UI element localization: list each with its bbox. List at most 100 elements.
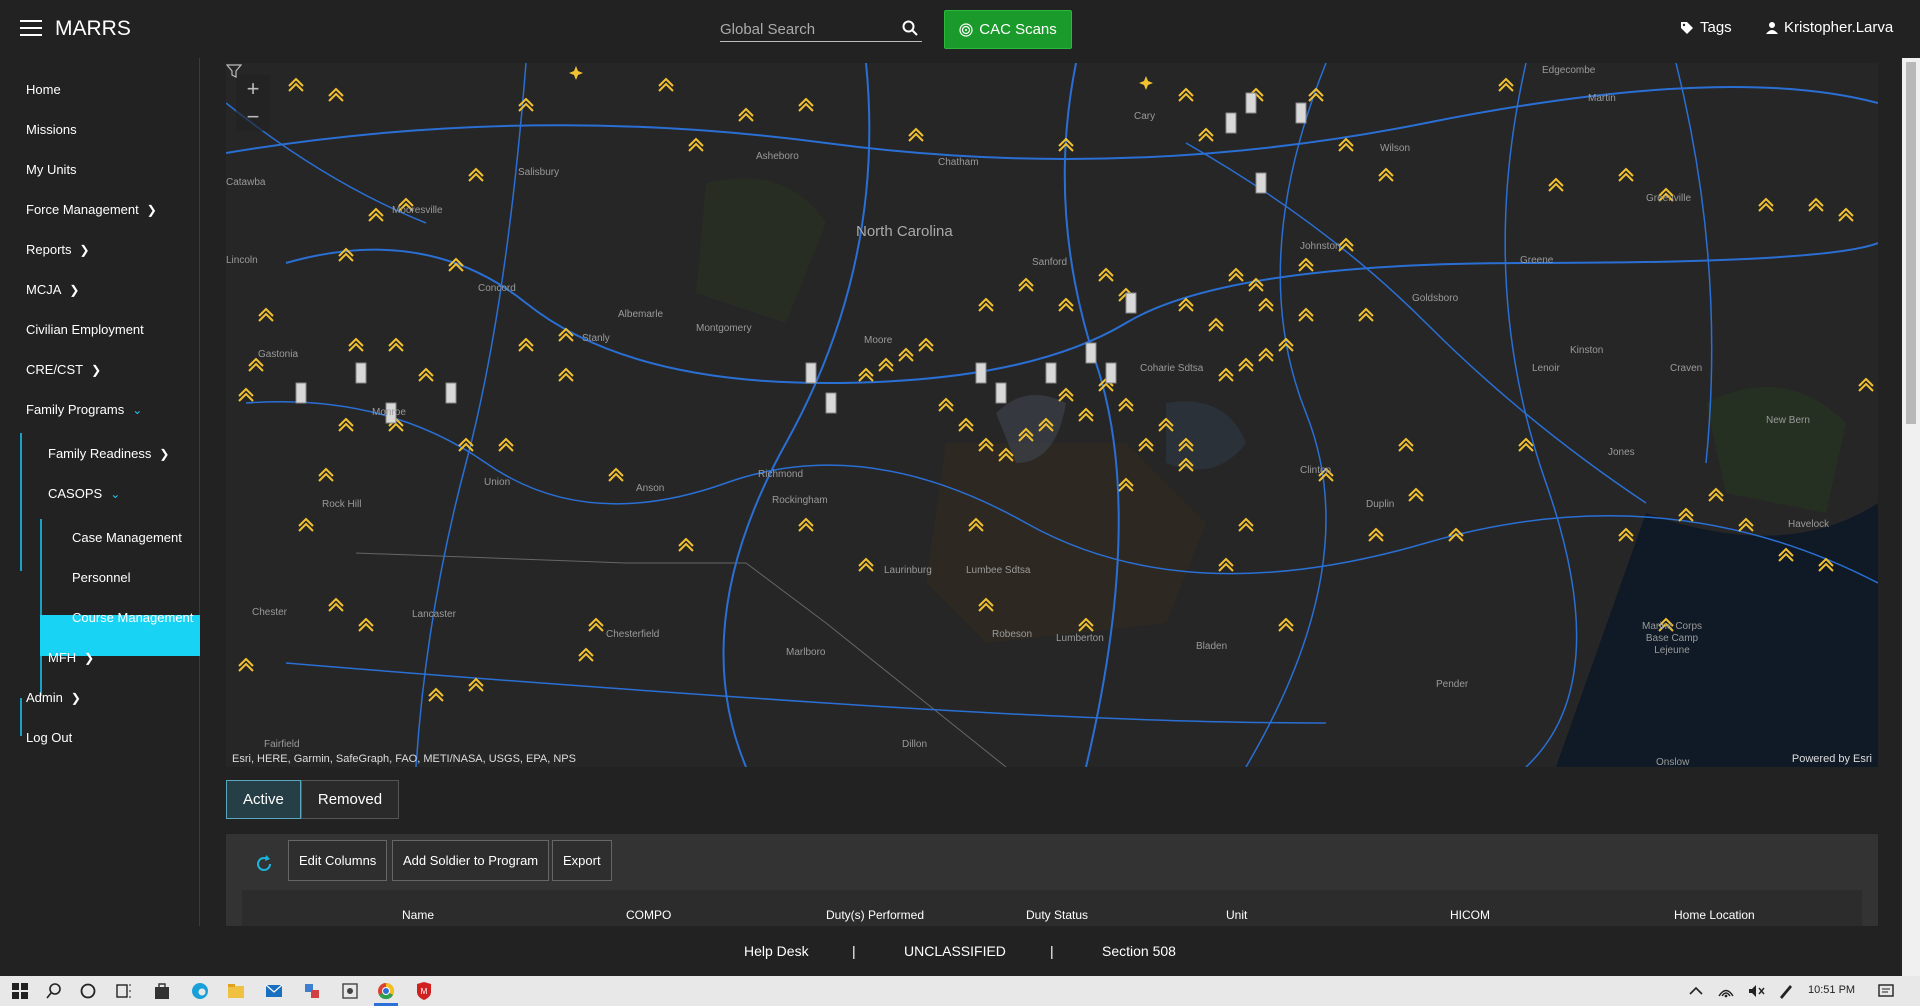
column-header[interactable]: Duty(s) Performed [826, 908, 924, 922]
map-label: Greene [1520, 255, 1554, 266]
file-explorer-icon[interactable] [226, 981, 246, 1001]
map-label: Kinston [1570, 345, 1604, 356]
rank-bar-icon[interactable] [1125, 292, 1137, 314]
sidebar-item-case-management[interactable]: Case Management [72, 530, 182, 545]
search-icon[interactable] [44, 981, 64, 1001]
sidebar-item-reports[interactable]: Reports ❯ [26, 242, 90, 257]
global-search [720, 18, 922, 42]
filter-icon[interactable] [226, 63, 242, 79]
sidebar-item-log-out[interactable]: Log Out [26, 730, 72, 745]
column-header[interactable]: Unit [1226, 908, 1247, 922]
task-view-icon[interactable] [114, 981, 134, 1001]
column-header[interactable]: HICOM [1450, 908, 1490, 922]
sidebar-item-cre-cst[interactable]: CRE/CST ❯ [26, 362, 101, 377]
notifications-icon[interactable] [1876, 981, 1896, 1001]
wifi-icon[interactable] [1716, 981, 1736, 1001]
map-label: Catawba [226, 177, 266, 188]
sidebar-item-my-units[interactable]: My Units [26, 162, 77, 177]
export-button[interactable]: Export [552, 840, 612, 881]
map-label: Greenville [1646, 193, 1692, 204]
sidebar-item-family-readiness[interactable]: Family Readiness ❯ [48, 446, 169, 461]
chevron-right-icon: ❯ [79, 242, 90, 257]
rank-bar-icon[interactable] [1085, 342, 1097, 364]
chrome-icon[interactable] [376, 981, 396, 1001]
map-label: Lumbee Sdtsa [966, 565, 1031, 576]
column-header[interactable]: Home Location [1674, 908, 1755, 922]
clock[interactable]: 10:51 PM [1808, 984, 1855, 996]
map-label: Asheboro [756, 151, 799, 162]
rank-bar-icon[interactable] [1245, 92, 1257, 114]
rank-bar-icon[interactable] [1045, 362, 1057, 384]
sidebar-item-mfh[interactable]: MFH ❯ [48, 650, 94, 665]
status-tabs: Active Removed [226, 780, 400, 819]
scroll-thumb[interactable] [1906, 62, 1916, 424]
map-label: Rockingham [772, 495, 828, 506]
map-label: Onslow [1656, 757, 1690, 767]
rank-bar-icon[interactable] [1105, 362, 1117, 384]
rank-bar-icon[interactable] [355, 362, 367, 384]
sidebar-item-civilian-employment[interactable]: Civilian Employment [26, 322, 144, 337]
pen-icon[interactable] [1776, 981, 1796, 1001]
search-icon[interactable] [902, 20, 918, 36]
sidebar-item-mcja[interactable]: MCJA ❯ [26, 282, 79, 297]
page-scrollbar[interactable] [1902, 58, 1920, 976]
help-desk-link[interactable]: Help Desk [744, 943, 809, 959]
zoom-in-icon[interactable]: + [236, 75, 270, 103]
map-label: Richmond [758, 469, 804, 480]
sidebar-item-casops[interactable]: CASOPS ⌄ [48, 486, 120, 501]
section-508-link[interactable]: Section 508 [1102, 943, 1176, 959]
search-input[interactable] [720, 21, 900, 38]
chevron-up-icon[interactable] [1686, 981, 1706, 1001]
user-menu[interactable]: Kristopher.Larva [1766, 19, 1893, 36]
map-label: Havelock [1788, 519, 1830, 530]
rank-bar-icon[interactable] [995, 382, 1007, 404]
store-icon[interactable] [152, 981, 172, 1001]
tags-button[interactable]: Tags [1680, 19, 1732, 36]
app-icon[interactable] [302, 981, 322, 1001]
column-header[interactable]: Duty Status [1026, 908, 1088, 922]
rank-bar-icon[interactable] [1295, 102, 1307, 124]
tab-removed[interactable]: Removed [300, 780, 400, 819]
sidebar-item-label: CRE/CST [26, 362, 84, 377]
sidebar-item-personnel[interactable]: Personnel [72, 570, 131, 585]
refresh-icon[interactable] [254, 854, 274, 874]
network-app-icon[interactable] [340, 981, 360, 1001]
map-label: Rock Hill [322, 499, 362, 510]
rank-bar-icon[interactable] [295, 382, 307, 404]
sidebar-item-home[interactable]: Home [26, 82, 61, 97]
map-view[interactable]: North Carolina Sanford Albemarle Concord… [226, 63, 1878, 767]
sidebar-item-admin[interactable]: Admin ❯ [26, 690, 81, 705]
volume-muted-icon[interactable] [1746, 981, 1766, 1001]
rank-bar-icon[interactable] [1225, 112, 1237, 134]
menu-icon[interactable] [20, 20, 42, 37]
sidebar-item-label: Admin [26, 690, 63, 705]
windows-start-icon[interactable] [10, 981, 30, 1001]
rank-bar-icon[interactable] [825, 392, 837, 414]
sidebar-item-force-management[interactable]: Force Management ❯ [26, 202, 157, 217]
table-header: Name COMPO Duty(s) Performed Duty Status… [242, 890, 1862, 930]
rank-bar-icon[interactable] [1255, 172, 1267, 194]
cac-scans-button[interactable]: CAC Scans [944, 10, 1072, 49]
zoom-out-icon[interactable]: − [236, 103, 270, 131]
cortana-icon[interactable] [78, 981, 98, 1001]
chevron-down-icon: ⌄ [110, 486, 121, 501]
rank-bar-icon[interactable] [445, 382, 457, 404]
add-soldier-button[interactable]: Add Soldier to Program [392, 840, 550, 881]
mcafee-icon[interactable]: M [414, 981, 434, 1001]
powered-by[interactable]: Powered by Esri [1792, 753, 1872, 765]
column-header[interactable]: Name [402, 908, 434, 922]
sidebar-item-course-management[interactable]: Course Management [72, 610, 193, 625]
tab-active[interactable]: Active [226, 780, 301, 819]
edit-columns-button[interactable]: Edit Columns [288, 840, 388, 881]
edge-icon[interactable] [190, 981, 210, 1001]
rank-bar-icon[interactable] [975, 362, 987, 384]
sidebar-item-family-programs[interactable]: Family Programs ⌄ [26, 402, 142, 417]
column-header[interactable]: COMPO [626, 908, 671, 922]
map-attribution: Esri, HERE, Garmin, SafeGraph, FAO, METI… [232, 753, 576, 765]
rank-bar-icon[interactable] [805, 362, 817, 384]
mail-icon[interactable] [264, 981, 284, 1001]
classification-label: UNCLASSIFIED [904, 943, 1006, 959]
map-canvas[interactable] [226, 63, 1878, 767]
sidebar-item-missions[interactable]: Missions [26, 122, 77, 137]
sidebar-item-label: MCJA [26, 282, 62, 297]
